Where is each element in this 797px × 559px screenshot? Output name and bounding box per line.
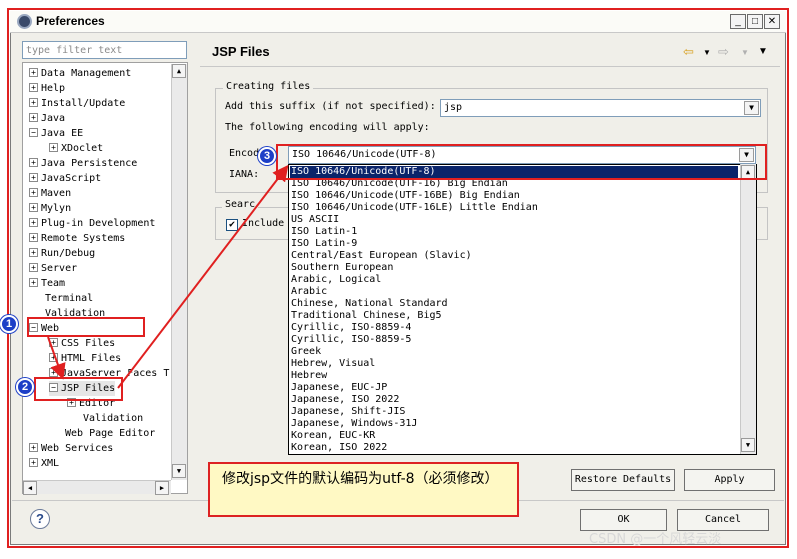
- step-badge-1: 1: [0, 315, 18, 333]
- arrow-1-to-2: [47, 336, 66, 380]
- arrow-2-to-3: [117, 164, 289, 389]
- watermark: CSDN @一个风轻云淡: [589, 532, 722, 547]
- step-badge-3: 3: [258, 147, 276, 165]
- annotation-note: 修改jsp文件的默认编码为utf-8（必须修改）: [208, 462, 519, 517]
- step-badge-2: 2: [16, 378, 34, 396]
